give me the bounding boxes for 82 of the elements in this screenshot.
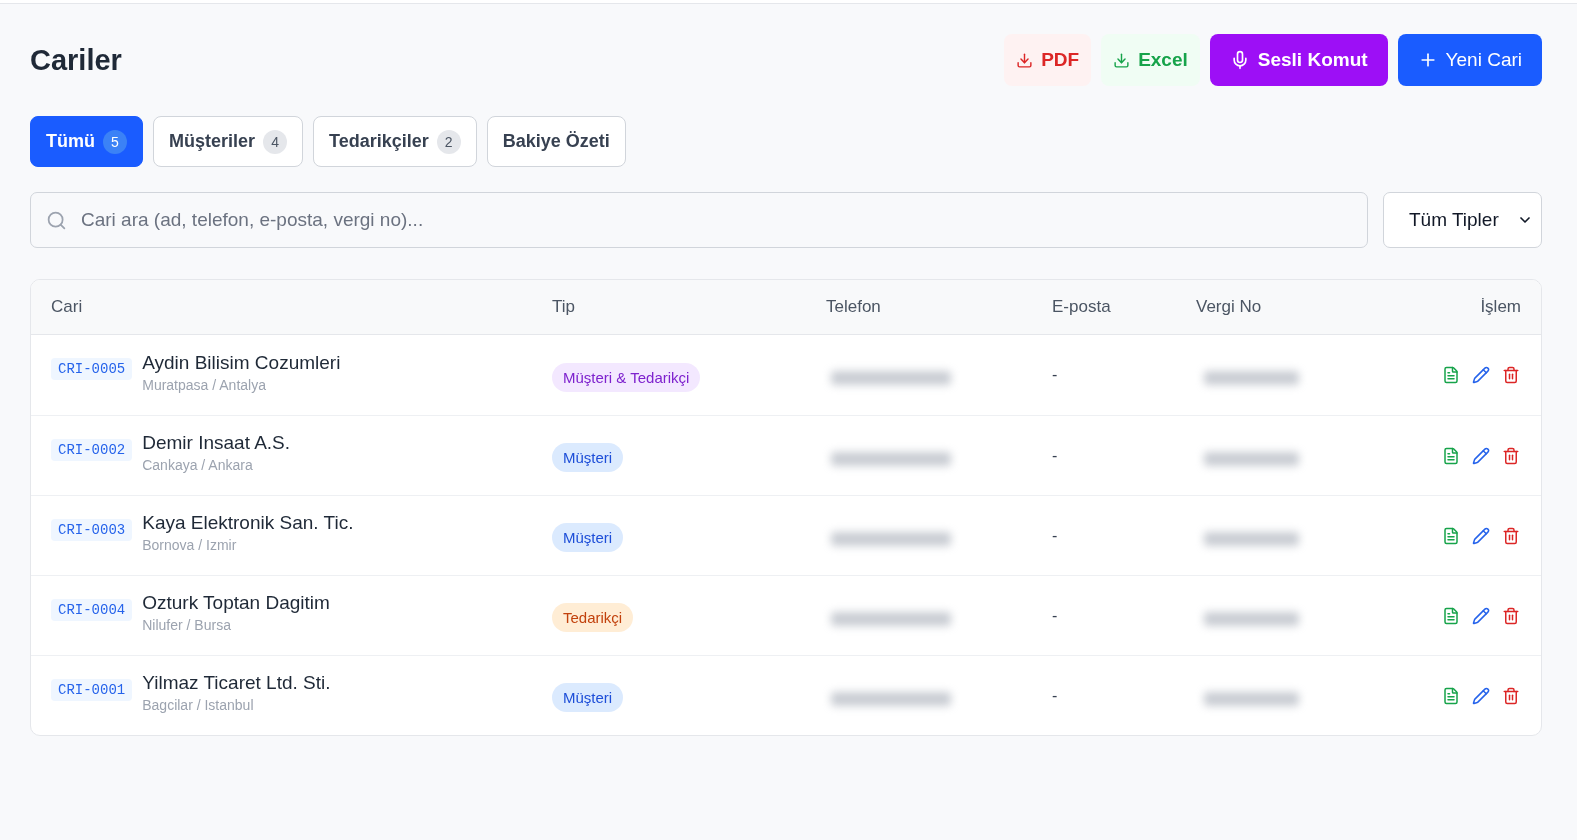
new-button[interactable]: Yeni Cari [1397, 34, 1542, 86]
email-cell: - [1052, 606, 1058, 625]
email-cell: - [1052, 686, 1058, 705]
delete-button[interactable] [1502, 686, 1520, 705]
filter-tab[interactable]: Müşteriler 4 [153, 116, 304, 167]
company-location: Cankaya / Ankara [142, 457, 254, 473]
tab-label: Bakiye Özeti [502, 131, 610, 152]
edit-button[interactable] [1472, 526, 1490, 545]
type-tag: Müşteri [552, 683, 624, 712]
email-cell: - [1052, 526, 1058, 545]
pencil-icon [1472, 366, 1490, 384]
document-icon [1442, 686, 1460, 705]
email-cell: - [1052, 366, 1058, 384]
edit-button[interactable] [1472, 366, 1490, 384]
column-header: Tip [552, 297, 575, 317]
type-tag: Müşteri [552, 523, 624, 552]
count-badge: 4 [263, 129, 288, 154]
trash-icon [1502, 526, 1520, 545]
company-location: Bagcilar / Istanbul [142, 697, 255, 713]
edit-button[interactable] [1472, 686, 1490, 705]
column-header: E-posta [1052, 297, 1111, 317]
delete-button[interactable] [1502, 366, 1520, 384]
voice-button[interactable]: Sesli Komut [1209, 34, 1388, 86]
column-header: Telefon [826, 297, 881, 317]
code-badge: CRI-0001 [51, 678, 133, 701]
page-title: Cariler [30, 43, 122, 77]
download-icon [1016, 51, 1034, 69]
company-name: Ozturk Toptan Dagitim [142, 592, 330, 614]
delete-button[interactable] [1502, 526, 1520, 545]
type-tag: Tedarikçi [552, 603, 634, 632]
company-name: Yilmaz Ticaret Ltd. Sti. [142, 672, 331, 694]
pdf-button[interactable]: PDF [1004, 34, 1092, 86]
type-tag: Müşteri & Tedarikçi [552, 362, 701, 392]
delete-button[interactable] [1502, 606, 1520, 625]
excel-button[interactable]: Excel [1101, 34, 1200, 86]
column-header: İşlem [1480, 297, 1521, 317]
filter-tab[interactable]: Tedarikçiler 2 [313, 116, 477, 167]
type-select[interactable]: Tüm Tipler [1383, 192, 1542, 248]
code-badge: CRI-0002 [51, 438, 133, 461]
trash-icon [1502, 446, 1520, 465]
column-header: Vergi No [1196, 297, 1262, 317]
pencil-icon [1472, 446, 1490, 465]
search-field[interactable]: Cari ara (ad, telefon, e-posta, vergi no)... [30, 192, 1368, 248]
company-location: Muratpasa / Antalya [142, 376, 267, 393]
code-badge: CRI-0003 [51, 518, 133, 541]
document-icon [1442, 526, 1460, 545]
company-name: Kaya Elektronik San. Tic. [142, 512, 354, 534]
pencil-icon [1472, 606, 1490, 625]
download-icon [1113, 51, 1131, 69]
document-button[interactable] [1442, 446, 1460, 465]
count-badge: 5 [103, 129, 127, 154]
document-button[interactable] [1442, 366, 1460, 384]
search-icon [46, 210, 67, 231]
document-icon [1442, 366, 1460, 384]
pencil-icon [1472, 526, 1490, 545]
column-header: Cari [51, 297, 83, 317]
document-icon [1442, 606, 1460, 625]
trash-icon [1502, 686, 1520, 705]
tab-label: Müşteriler [169, 131, 256, 152]
company-location: Nilufer / Bursa [142, 617, 232, 633]
edit-button[interactable] [1472, 606, 1490, 625]
company-name: Aydin Bilisim Cozumleri [142, 351, 341, 374]
company-location: Bornova / Izmir [142, 537, 238, 553]
delete-button[interactable] [1502, 446, 1520, 465]
code-badge: CRI-0004 [51, 598, 133, 621]
code-badge: CRI-0005 [51, 358, 133, 380]
count-badge: 2 [436, 129, 461, 154]
trash-icon [1502, 366, 1520, 384]
document-icon [1442, 446, 1460, 465]
filter-tab[interactable]: Bakiye Özeti [486, 116, 626, 167]
trash-icon [1502, 606, 1520, 625]
email-cell: - [1052, 446, 1058, 465]
edit-button[interactable] [1472, 446, 1490, 465]
tab-label: Tümü [46, 131, 95, 152]
pencil-icon [1472, 686, 1490, 705]
document-button[interactable] [1442, 686, 1460, 705]
company-name: Demir Insaat A.S. [142, 432, 291, 454]
filter-tab[interactable]: Tümü 5 [30, 116, 143, 167]
document-button[interactable] [1442, 526, 1460, 545]
type-tag: Müşteri [552, 443, 624, 472]
tab-label: Tedarikçiler [329, 131, 429, 152]
document-button[interactable] [1442, 606, 1460, 625]
